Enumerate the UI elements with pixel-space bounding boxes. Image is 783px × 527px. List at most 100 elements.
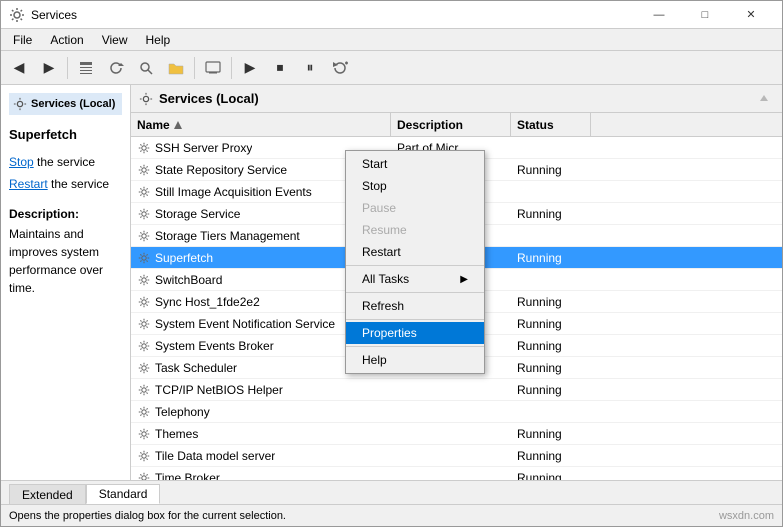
close-button[interactable]: ✕ <box>728 1 774 29</box>
toolbar-search[interactable] <box>132 55 160 81</box>
title-bar-left: Services <box>9 7 77 23</box>
col-status[interactable]: Status <box>511 113 591 136</box>
toolbar-sep-1 <box>67 57 68 79</box>
ctx-separator <box>346 319 484 320</box>
table-row[interactable]: TCP/IP NetBIOS HelperRunning <box>131 379 782 401</box>
toolbar-up[interactable] <box>72 55 100 81</box>
sidebar-restart-link[interactable]: Restart <box>9 177 48 191</box>
service-name-cell: Time Broker <box>155 471 220 481</box>
service-name-cell: TCP/IP NetBIOS Helper <box>155 383 283 397</box>
service-status-cell: Running <box>511 291 591 312</box>
toolbar-folder[interactable] <box>162 55 190 81</box>
toolbar-back[interactable]: ◀ <box>5 55 33 81</box>
ctx-item-refresh[interactable]: Refresh <box>346 295 484 317</box>
service-status-cell <box>511 181 591 202</box>
sidebar-stop-text: the service <box>34 155 95 169</box>
sidebar-stop-line: Stop the service <box>9 152 122 174</box>
service-status-cell: Running <box>511 467 591 480</box>
ctx-item-pause: Pause <box>346 197 484 219</box>
service-status-cell: Running <box>511 313 591 334</box>
status-text: Opens the properties dialog box for the … <box>9 510 286 522</box>
service-status-cell: Running <box>511 159 591 180</box>
services-title-icon <box>9 7 25 23</box>
ctx-item-stop[interactable]: Stop <box>346 175 484 197</box>
toolbar-refresh[interactable] <box>102 55 130 81</box>
menu-view[interactable]: View <box>94 31 136 49</box>
service-row-icon <box>137 405 151 419</box>
sidebar-stop-link[interactable]: Stop <box>9 155 34 169</box>
title-bar: Services — □ ✕ <box>1 1 782 29</box>
ctx-item-all-tasks[interactable]: All Tasks▶ <box>346 268 484 290</box>
brand-text: wsxdn.com <box>719 510 774 522</box>
maximize-button[interactable]: □ <box>682 1 728 29</box>
context-menu: StartStopPauseResumeRestart All Tasks▶ Ref… <box>345 150 485 374</box>
service-desc-cell <box>391 379 511 400</box>
service-name-cell: System Event Notification Service <box>155 317 335 331</box>
service-row-icon <box>137 251 151 265</box>
service-row-icon <box>137 427 151 441</box>
sidebar: Services (Local) Superfetch Stop the ser… <box>1 85 131 480</box>
tab-extended[interactable]: Extended <box>9 484 86 504</box>
toolbar-computer[interactable] <box>199 55 227 81</box>
service-name-cell: Storage Tiers Management <box>155 229 300 243</box>
ctx-item-start[interactable]: Start <box>346 153 484 175</box>
service-status-cell <box>511 137 591 158</box>
ctx-separator <box>346 292 484 293</box>
toolbar-forward[interactable]: ▶ <box>35 55 63 81</box>
ctx-item-properties[interactable]: Properties <box>346 322 484 344</box>
table-row[interactable]: Telephony <box>131 401 782 423</box>
toolbar-restart[interactable] <box>326 55 354 81</box>
sidebar-services-icon <box>13 97 27 111</box>
table-header: Name Description Status <box>131 113 782 137</box>
sidebar-service-name: Superfetch <box>9 127 122 142</box>
service-row-icon <box>137 383 151 397</box>
sidebar-description-label: Description: <box>9 207 122 221</box>
service-row-icon <box>137 449 151 463</box>
ctx-item-resume: Resume <box>346 219 484 241</box>
table-row[interactable]: Tile Data model serverRunning <box>131 445 782 467</box>
service-status-cell <box>511 401 591 422</box>
menu-help[interactable]: Help <box>138 31 179 49</box>
service-row-icon <box>137 471 151 481</box>
services-panel-header: Services (Local) <box>131 85 782 113</box>
service-name-cell: Sync Host_1fde2e2 <box>155 295 260 309</box>
toolbar-stop[interactable]: ⏹ <box>266 55 294 81</box>
service-row-icon <box>137 339 151 353</box>
status-bar: Opens the properties dialog box for the … <box>1 504 782 526</box>
toolbar: ◀ ▶ ▶ ⏹ ⏸ <box>1 51 782 85</box>
service-name-cell: Telephony <box>155 405 210 419</box>
col-description[interactable]: Description <box>391 113 511 136</box>
toolbar-play[interactable]: ▶ <box>236 55 264 81</box>
service-status-cell: Running <box>511 357 591 378</box>
table-row[interactable]: ThemesRunning <box>131 423 782 445</box>
main-window: Services — □ ✕ File Action View Help ◀ ▶ <box>0 0 783 527</box>
ctx-item-restart[interactable]: Restart <box>346 241 484 263</box>
panel-services-icon <box>139 92 153 106</box>
service-row-icon <box>137 317 151 331</box>
sidebar-restart-line: Restart the service <box>9 174 122 196</box>
service-name-cell: State Repository Service <box>155 163 287 177</box>
service-name-cell: SwitchBoard <box>155 273 222 287</box>
menu-action[interactable]: Action <box>42 31 91 49</box>
service-status-cell: Running <box>511 335 591 356</box>
minimize-button[interactable]: — <box>636 1 682 29</box>
toolbar-pause[interactable]: ⏸ <box>296 55 324 81</box>
toolbar-sep-3 <box>231 57 232 79</box>
menu-file[interactable]: File <box>5 31 40 49</box>
sidebar-description-text: Maintains and improves system performanc… <box>9 225 122 297</box>
service-name-cell: Superfetch <box>155 251 213 265</box>
service-name-cell: Storage Service <box>155 207 240 221</box>
menu-bar: File Action View Help <box>1 29 782 51</box>
service-status-cell: Running <box>511 203 591 224</box>
service-name-cell: System Events Broker <box>155 339 274 353</box>
service-row-icon <box>137 295 151 309</box>
table-row[interactable]: Time Broker Running <box>131 467 782 480</box>
ctx-item-help[interactable]: Help <box>346 349 484 371</box>
service-name-cell: Task Scheduler <box>155 361 237 375</box>
ctx-separator <box>346 265 484 266</box>
sidebar-header: Services (Local) <box>9 93 122 115</box>
tab-standard[interactable]: Standard <box>86 484 161 504</box>
service-desc-cell <box>391 401 511 422</box>
col-name[interactable]: Name <box>131 113 391 136</box>
main-content: Services (Local) Superfetch Stop the ser… <box>1 85 782 480</box>
